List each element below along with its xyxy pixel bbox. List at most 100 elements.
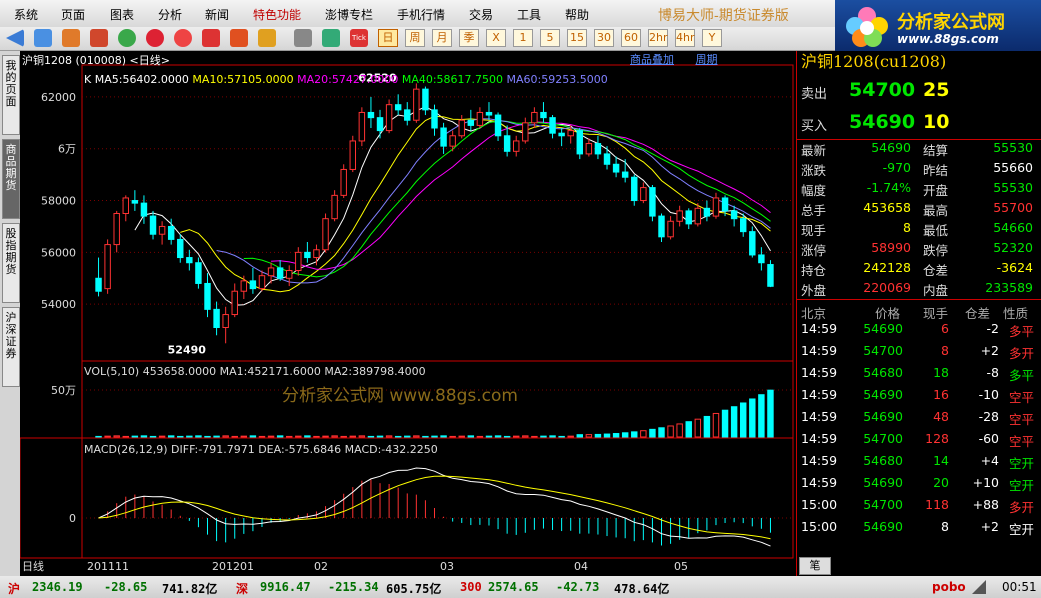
volume-bar (340, 435, 347, 438)
window-icon[interactable] (202, 29, 220, 47)
tick-cell: 54690 (863, 321, 903, 336)
tab-securities[interactable]: 沪深证券 (2, 307, 20, 387)
refresh-icon[interactable] (118, 29, 136, 47)
chart-links: 商品叠加 周期 (630, 51, 718, 67)
volume-bar (385, 435, 393, 438)
menu-chart[interactable]: 图表 (110, 6, 134, 23)
kline-chart[interactable]: 620006万5800056000540006252052490K MA5:56… (20, 51, 796, 576)
menu-page[interactable]: 页面 (61, 6, 85, 23)
table-icon[interactable] (294, 29, 312, 47)
overlay-link[interactable]: 商品叠加 (630, 53, 674, 66)
tick-cell: 14:59 (801, 431, 838, 446)
tick-cell: 空开 (1009, 478, 1035, 493)
grid-icon[interactable] (90, 29, 108, 47)
period-tab-11[interactable]: 4hr (675, 29, 695, 47)
period-tab-5[interactable]: 1 (513, 29, 533, 47)
volume-bar (367, 435, 375, 438)
volume-bar (204, 435, 211, 438)
candle (322, 213, 329, 253)
period-tab-1[interactable]: 周 (405, 29, 425, 47)
menu-mobile[interactable]: 手机行情 (397, 6, 445, 23)
volume-bar (503, 435, 511, 438)
volume-bar (349, 435, 357, 438)
period-tab-6[interactable]: 5 (540, 29, 560, 47)
menu-tools[interactable]: 工具 (517, 6, 541, 23)
y-tick-label: 54000 (41, 298, 76, 311)
brand-title: 博易大师-期货证券版 (658, 8, 789, 24)
home-icon[interactable] (34, 29, 52, 47)
period-tab-7[interactable]: 15 (567, 29, 587, 47)
tick-cell: -10 (978, 387, 999, 402)
period-link[interactable]: 周期 (696, 53, 718, 66)
volume-bar (458, 435, 465, 438)
back-icon[interactable] (6, 29, 24, 47)
period-tab-8[interactable]: 30 (594, 29, 614, 47)
period-tab-10[interactable]: 2hr (648, 29, 668, 47)
volume-bar (131, 435, 139, 438)
period-tab-0[interactable]: 日 (378, 29, 398, 47)
x-label: 201201 (212, 560, 254, 573)
volume-bar (730, 406, 738, 438)
flower-logo-icon (846, 7, 888, 47)
tick-cell: 118 (925, 497, 949, 512)
zoom-out-icon[interactable] (174, 29, 192, 47)
tick-cell: 54700 (863, 431, 903, 446)
tick-cell: +88 (972, 497, 999, 512)
quote-header: 沪铜1208(cu1208) (801, 52, 947, 71)
clock: 00:51 (1002, 580, 1037, 594)
chart-area[interactable]: 62000 6万 58000 56000 54000 62520 52490 K MA5:56… (20, 51, 796, 576)
volume-bar (195, 435, 202, 438)
tick-cell: 54690 (863, 387, 903, 402)
period-tab-2[interactable]: 月 (432, 29, 452, 47)
tick-cell: 128 (925, 431, 949, 446)
tab-trades[interactable]: 笔 (799, 557, 831, 575)
tick-cell: -8 (986, 365, 999, 380)
volume-bar (149, 435, 157, 438)
menu-column[interactable]: 澎博专栏 (325, 6, 373, 23)
tick-cell: 54690 (863, 409, 903, 424)
x-label: 03 (440, 560, 454, 573)
sz-amount: 605.75亿 (386, 582, 442, 596)
menu-news[interactable]: 新闻 (205, 6, 229, 23)
tick-cell: 14:59 (801, 475, 838, 490)
stat-value: 55660 (993, 160, 1033, 175)
menu-system[interactable]: 系统 (14, 6, 38, 23)
house-icon[interactable] (62, 29, 80, 47)
volume-bar (322, 435, 329, 438)
tick-cell: -28 (978, 409, 999, 424)
tab-index-futures[interactable]: 股指期货 (2, 223, 20, 303)
volume-bar (558, 435, 565, 438)
tools-icon[interactable] (258, 29, 276, 47)
tab-my-page[interactable]: 我的页面 (2, 55, 20, 135)
volume-bar (594, 433, 602, 438)
period-tab-12[interactable]: Y (702, 29, 722, 47)
volume-bar (531, 435, 538, 438)
stat-value: 8 (903, 220, 911, 235)
volume-bar (667, 425, 674, 438)
volume-bar (567, 435, 574, 438)
volume-bar (95, 435, 102, 438)
period-tab-9[interactable]: 60 (621, 29, 641, 47)
tick-cell: 20 (933, 475, 949, 490)
stat-value: 55700 (993, 200, 1033, 215)
volume-bar (603, 433, 611, 438)
tab-commodity-futures[interactable]: 商品期货 (2, 139, 20, 219)
zoom-in-icon[interactable] (146, 29, 164, 47)
logo-url: www.88gs.com (897, 32, 999, 46)
list-icon[interactable] (322, 29, 340, 47)
tick-cell: 16 (933, 387, 949, 402)
period-tab-3[interactable]: 季 (459, 29, 479, 47)
volume-bar (113, 435, 120, 438)
menu-special[interactable]: 特色功能 (253, 6, 301, 23)
pen-icon[interactable] (230, 29, 248, 47)
period-tab-4[interactable]: X (486, 29, 506, 47)
volume-bar (404, 435, 411, 438)
tick-icon[interactable]: Tick (350, 29, 368, 47)
volume-bar (703, 415, 711, 438)
candle (649, 185, 656, 222)
candle (413, 83, 420, 123)
menu-analysis[interactable]: 分析 (158, 6, 182, 23)
menu-trade[interactable]: 交易 (469, 6, 493, 23)
tick-cell: 空平 (1009, 434, 1035, 449)
menu-help[interactable]: 帮助 (565, 6, 589, 23)
